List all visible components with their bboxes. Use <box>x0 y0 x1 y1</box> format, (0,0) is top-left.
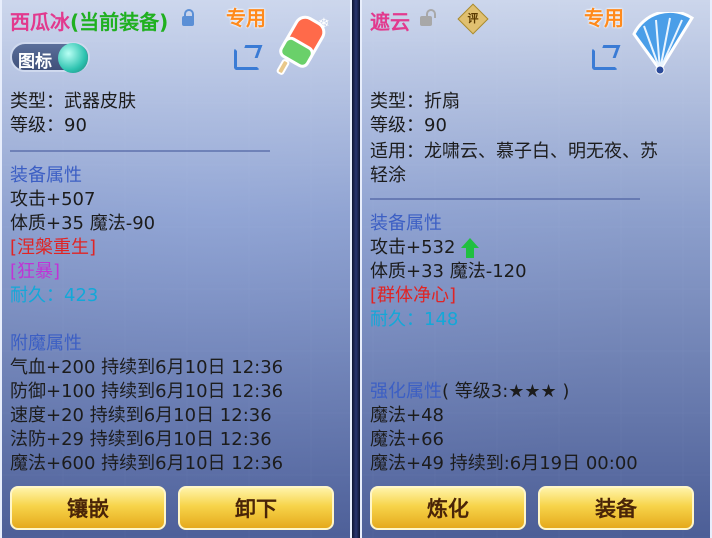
right-body-magic-line: 体质+33 魔法-120 <box>370 261 527 282</box>
popsicle-item-icon: ❄ <box>274 14 340 76</box>
unlock-icon[interactable] <box>420 9 436 26</box>
refine-button[interactable]: 炼化 <box>370 486 526 530</box>
left-item-title: 西瓜冰(当前装备) <box>10 6 168 35</box>
right-type-line: 类型：折扇 <box>370 91 460 112</box>
rating-badge-label: 评 <box>467 12 479 25</box>
left-share-icon[interactable] <box>234 48 260 70</box>
right-durability: 耐久：148 <box>370 309 459 330</box>
left-divider <box>10 150 270 152</box>
left-attack-line: 攻击+507 <box>10 189 96 210</box>
left-type-line: 类型：武器皮肤 <box>10 91 136 112</box>
enchant-line: 速度+20 持续到6月10日 12:36 <box>10 405 272 426</box>
icon-toggle[interactable]: 图标 <box>10 42 90 73</box>
left-skill-nirvana: [涅槃重生] <box>10 237 97 258</box>
left-item-status: (当前装备) <box>70 10 169 34</box>
enchant-line: 气血+200 持续到6月10日 12:36 <box>10 357 284 378</box>
svg-text:❄: ❄ <box>318 16 330 32</box>
icon-toggle-label: 图标 <box>18 52 52 72</box>
folding-fan-item-icon <box>630 9 700 76</box>
left-skill-berserk: [狂暴] <box>10 261 61 282</box>
left-item-name: 西瓜冰 <box>10 10 70 34</box>
strengthen-line: 魔法+48 <box>370 405 444 426</box>
left-body-magic-line: 体质+35 魔法-90 <box>10 213 156 234</box>
right-level-line: 等级：90 <box>370 115 447 136</box>
enchant-line: 法防+29 持续到6月10日 12:36 <box>10 429 272 450</box>
right-divider <box>370 198 640 200</box>
left-level-line: 等级：90 <box>10 115 87 136</box>
toggle-orb-icon <box>58 43 88 73</box>
strengthen-line: 魔法+66 <box>370 429 444 450</box>
right-strengthen-level: ( 等级3:★★★ ) <box>442 381 570 402</box>
left-section-enchant: 附魔属性 <box>10 333 82 354</box>
right-attack-line: 攻击+532 <box>370 237 456 258</box>
lock-icon[interactable] <box>182 9 194 26</box>
enchant-line: 魔法+600 持续到6月10日 12:36 <box>10 453 284 474</box>
right-section-strengthen: 强化属性 <box>370 381 442 402</box>
right-suitable-line: 适用：龙啸云、慕子白、明无夜、苏 <box>370 141 658 162</box>
right-exclusive-tag: 专用 <box>584 6 624 30</box>
inlay-button[interactable]: 镶嵌 <box>10 486 166 530</box>
right-skill-group-purify: [群体净心] <box>370 285 457 306</box>
left-durability: 耐久：423 <box>10 285 99 306</box>
unequip-button[interactable]: 卸下 <box>178 486 334 530</box>
left-exclusive-tag: 专用 <box>226 6 266 30</box>
right-item-name: 遮云 <box>370 10 410 34</box>
right-section-equip-attr: 装备属性 <box>370 213 442 234</box>
left-section-equip-attr: 装备属性 <box>10 165 82 186</box>
right-strengthen-header: 强化属性( 等级3:★★★ ) <box>370 380 569 404</box>
equip-button[interactable]: 装备 <box>538 486 694 530</box>
right-share-icon[interactable] <box>592 48 618 70</box>
enchant-line: 防御+100 持续到6月10日 12:36 <box>10 381 284 402</box>
panel-divider <box>352 0 360 538</box>
stat-up-arrow-icon <box>461 238 479 258</box>
right-suitable-line-cont: 轻涂 <box>370 165 406 186</box>
strengthen-line: 魔法+49 持续到:6月19日 00:00 <box>370 453 638 474</box>
